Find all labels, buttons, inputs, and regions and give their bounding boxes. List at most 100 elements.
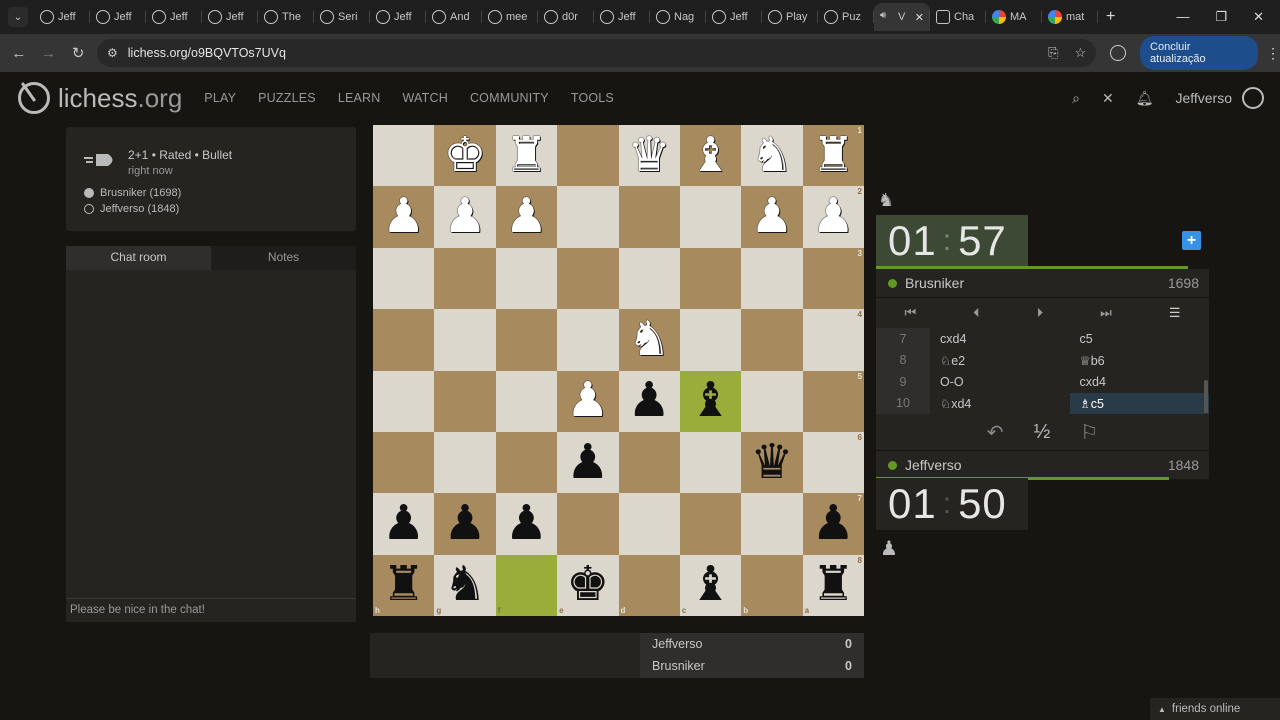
board-square[interactable] (557, 125, 619, 187)
black-bishop-icon[interactable]: ♝ (689, 377, 732, 425)
board-square[interactable] (741, 370, 803, 432)
board-square[interactable]: ♟ (557, 431, 619, 494)
tab[interactable]: Jeff (370, 3, 426, 31)
restore-icon[interactable]: ❐ (1215, 9, 1227, 25)
user-avatar-icon[interactable] (1242, 87, 1264, 109)
tab[interactable]: Cha (930, 3, 986, 31)
next-move-icon[interactable]: ⏵ (1037, 305, 1044, 321)
board-square[interactable]: ♟ (618, 370, 680, 432)
tab[interactable]: Jeff (34, 3, 90, 31)
black-move[interactable]: ♗c5 (1069, 392, 1209, 414)
black-move[interactable]: c5 (1070, 328, 1210, 350)
board-square[interactable] (618, 493, 680, 555)
profile-icon[interactable] (1110, 45, 1127, 61)
board-square[interactable] (495, 247, 558, 310)
board-square[interactable]: ♚ e (557, 554, 619, 616)
board-square[interactable] (557, 247, 619, 310)
tab-search-button[interactable]: ⌄ (8, 7, 28, 27)
board-square[interactable]: 3 (802, 247, 864, 310)
tab[interactable]: Nag (650, 3, 706, 31)
white-rook-icon[interactable]: ♜ (505, 131, 548, 180)
board-square[interactable]: ♝ (679, 370, 742, 432)
chess-board[interactable]: ♚ ♜ ♛ ♝ ♞ ♜ 1 ♟ ♟ ♟ ♟ ♟ 2 3 ♞ 4 ♟ ♟ ♝ 5 ♟ ♛ 6 ♟ ♟ ♟ ♟ 7 ♜ h ♞ g f ♚ e d ♝ c b ♜… (373, 125, 864, 616)
tab-notes[interactable]: Notes (211, 246, 356, 270)
black-rook-icon[interactable]: ♜ (382, 561, 425, 609)
nav-tools[interactable]: TOOLS (571, 91, 614, 105)
board-square[interactable] (679, 309, 742, 371)
site-info-icon[interactable]: ⚙ (107, 46, 118, 60)
tab[interactable]: mat (1042, 3, 1098, 31)
board-square[interactable]: ♞ g (434, 554, 496, 616)
board-square[interactable] (373, 125, 435, 187)
board-square[interactable] (557, 186, 619, 248)
black-rook-icon[interactable]: ♜ (812, 561, 855, 609)
black-pawn-icon[interactable]: ♟ (628, 377, 671, 425)
board-square[interactable]: ♜ (495, 125, 558, 187)
tab[interactable]: Play (762, 3, 818, 31)
board-square[interactable] (618, 247, 680, 310)
board-square[interactable]: ♝ (679, 125, 742, 187)
white-bishop-icon[interactable]: ♝ (689, 131, 732, 180)
black-knight-icon[interactable]: ♞ (444, 561, 487, 609)
board-square[interactable]: ♟ (373, 493, 435, 555)
board-square[interactable]: ♝ c (679, 554, 742, 616)
offer-draw-button[interactable]: ½ (1034, 421, 1051, 444)
username-link[interactable]: Jeffverso (1175, 90, 1232, 106)
white-knight-icon[interactable]: ♞ (628, 315, 671, 364)
nav-puzzles[interactable]: PUZZLES (258, 91, 316, 105)
black-king-icon[interactable]: ♚ (566, 561, 609, 609)
board-square[interactable] (679, 186, 742, 248)
menu-icon[interactable]: ☰ (1169, 305, 1181, 321)
board-square[interactable]: ♞ (618, 309, 680, 371)
black-pawn-icon[interactable]: ♟ (382, 499, 425, 548)
first-move-icon[interactable]: ⏮ (904, 305, 916, 321)
tab[interactable]: Seri (314, 3, 370, 31)
nav-play[interactable]: PLAY (204, 91, 236, 105)
swords-icon[interactable]: ✕ (1102, 90, 1114, 107)
friends-online-button[interactable]: ▲ friends online (1150, 698, 1280, 720)
board-square[interactable]: ♞ (741, 125, 803, 187)
tab[interactable]: Jeff (202, 3, 258, 31)
board-square[interactable]: ♟ 7 (802, 493, 864, 555)
black-player[interactable]: Jeffverso (1848) (84, 203, 179, 215)
white-pawn-icon[interactable]: ♟ (812, 193, 855, 241)
board-square[interactable] (434, 431, 496, 494)
black-queen-icon[interactable]: ♛ (750, 438, 793, 487)
tab[interactable]: The (258, 3, 314, 31)
tab[interactable]: Jeff (90, 3, 146, 31)
board-square[interactable] (434, 247, 496, 310)
forward-icon[interactable]: → (34, 45, 64, 62)
board-square[interactable]: ♛ (618, 125, 680, 187)
tab[interactable]: Jeff (594, 3, 650, 31)
move-list-scrollbar[interactable] (1204, 380, 1208, 413)
tab[interactable]: Puz (818, 3, 874, 31)
bell-icon[interactable]: 🔔︎ (1136, 90, 1154, 107)
tab[interactable]: Jeff (146, 3, 202, 31)
tab[interactable]: MA (986, 3, 1042, 31)
black-pawn-icon[interactable]: ♟ (505, 499, 548, 548)
new-tab-button[interactable]: + (1106, 8, 1115, 26)
board-square[interactable] (434, 370, 496, 432)
tab[interactable]: Jeff (706, 3, 762, 31)
board-square[interactable]: ♛ (741, 431, 803, 494)
board-square[interactable] (741, 309, 803, 371)
board-square[interactable]: ♟ (495, 186, 558, 248)
board-square[interactable] (495, 370, 558, 432)
tab-active[interactable]: 🔊︎ V ✕ (874, 3, 930, 31)
black-pawn-icon[interactable]: ♟ (812, 499, 855, 548)
board-square[interactable]: 5 (802, 370, 864, 432)
search-icon[interactable]: ⌕ (1072, 90, 1080, 107)
white-move[interactable]: cxd4 (930, 328, 1070, 350)
board-square[interactable] (557, 493, 619, 555)
white-move[interactable]: ♘e2 (930, 350, 1070, 372)
tab[interactable]: And (426, 3, 482, 31)
white-move[interactable]: ♘xd4 (930, 393, 1070, 415)
white-pawn-icon[interactable]: ♟ (444, 193, 487, 241)
white-pawn-icon[interactable]: ♟ (750, 193, 793, 241)
nav-community[interactable]: COMMUNITY (470, 91, 549, 105)
black-pawn-icon[interactable]: ♟ (444, 499, 487, 548)
board-square[interactable]: ♟ (434, 493, 496, 555)
close-tab-icon[interactable]: ✕ (915, 11, 924, 24)
last-move-icon[interactable]: ⏭ (1100, 305, 1112, 321)
white-knight-icon[interactable]: ♞ (750, 131, 793, 180)
